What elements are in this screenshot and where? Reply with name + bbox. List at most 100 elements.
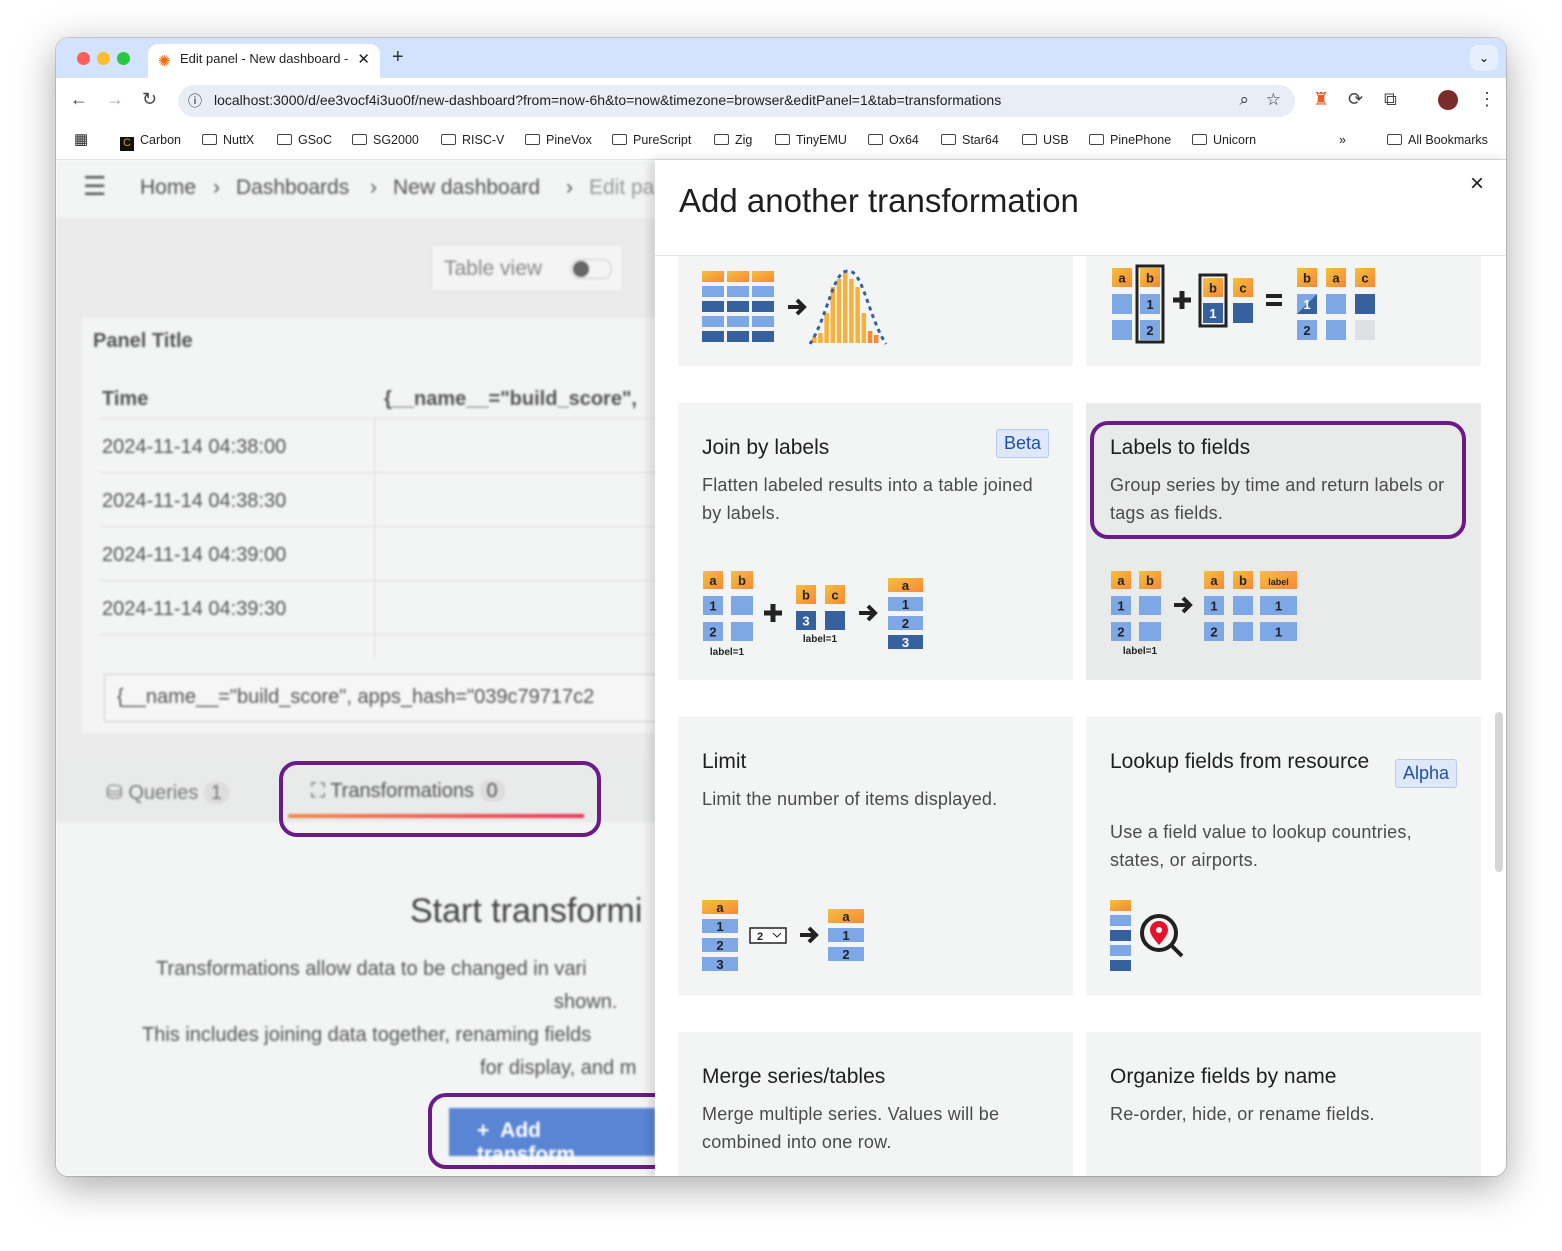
breadcrumb-dashboards[interactable]: Dashboards: [236, 176, 349, 200]
bookmark-star-icon[interactable]: ☆: [1266, 90, 1281, 110]
close-tab-icon[interactable]: ✕: [357, 50, 370, 68]
illustration-cell: [702, 316, 724, 327]
maximize-window-button[interactable]: [117, 52, 130, 65]
illustration-cell: [752, 301, 774, 312]
series-select[interactable]: {__name__="build_score", apps_hash="039c…: [104, 674, 655, 722]
extension-lighthouse-icon[interactable]: ♜: [1313, 89, 1329, 110]
bookmark-pinephone[interactable]: PinePhone: [1089, 133, 1171, 147]
bookmark-pinevox[interactable]: PineVox: [525, 133, 592, 147]
transformation-card-organize-fields[interactable]: Organize fields by name Re-order, hide, …: [1086, 1032, 1481, 1176]
tab-bar: ✺ Edit panel - New dashboard - ✕ + ⌄: [56, 38, 1506, 78]
add-transformation-drawer: Add another transformation × a b 1 2 b c 1 b a c 2…: [655, 160, 1506, 1176]
table-view-toggle[interactable]: Table view: [431, 244, 623, 292]
transformation-card-merge[interactable]: Merge series/tables Merge multiple serie…: [678, 1032, 1073, 1176]
site-info-icon[interactable]: ⓘ: [188, 91, 202, 111]
menu-icon[interactable]: ⋮: [1478, 89, 1496, 110]
illustration-cell: [727, 286, 749, 297]
illustration-label: 2: [842, 947, 849, 962]
all-bookmarks-button[interactable]: All Bookmarks: [1387, 133, 1488, 147]
bookmark-star64[interactable]: Star64: [941, 133, 999, 147]
apps-icon[interactable]: ▦: [74, 130, 88, 148]
zoom-icon[interactable]: ⌕: [1239, 90, 1249, 110]
histogram-bar: [861, 313, 867, 343]
illustration-label: 1: [709, 599, 716, 614]
tab-search-button[interactable]: ⌄: [1470, 45, 1498, 71]
join-illustration: a b 1 2 b c 1 b a c 2 1: [1112, 264, 1375, 344]
url-text: localhost:3000/d/ee3vocf4i3uo0f/new-dash…: [214, 92, 1002, 108]
bookmark-zig[interactable]: Zig: [714, 133, 752, 147]
illustration-label: c: [1239, 281, 1246, 296]
transformation-card-limit[interactable]: Limit Limit the number of items displaye…: [678, 717, 1073, 995]
bookmark-risc-v[interactable]: RISC-V: [441, 133, 504, 147]
illustration-label: 2: [1210, 625, 1217, 640]
illustration-cell: [1233, 622, 1253, 641]
plus-icon: [764, 604, 782, 622]
grafana-icon: ✺: [158, 53, 171, 70]
bookmark-ox64[interactable]: Ox64: [868, 133, 919, 147]
illustration-label: c: [831, 588, 838, 603]
hamburger-icon[interactable]: ☰: [83, 171, 106, 202]
tab-queries[interactable]: ⛁ Queries 1: [106, 780, 230, 805]
transformation-card-lookup-fields[interactable]: Lookup fields from resource Alpha Use a …: [1086, 717, 1481, 995]
close-window-button[interactable]: [77, 52, 90, 65]
address-bar[interactable]: ⓘ localhost:3000/d/ee3vocf4i3uo0f/new-da…: [178, 85, 1295, 117]
illustration-label: 3: [902, 635, 909, 650]
bookmark-gsoc[interactable]: GSoC: [277, 133, 332, 147]
illustration-label: 1: [842, 928, 849, 943]
histogram-bar: [843, 271, 848, 343]
transformation-card-join-by-field[interactable]: a b 1 2 b c 1 b a c 2 1: [1086, 256, 1481, 366]
bookmark-unicorn[interactable]: Unicorn: [1192, 133, 1256, 147]
table-cell: 2024-11-14 04:38:00: [102, 436, 287, 458]
illustration-cell: [731, 596, 753, 615]
reload-icon[interactable]: ↻: [142, 89, 157, 110]
card-description: Limit the number of items displayed.: [702, 789, 998, 809]
transformation-card-join-by-labels[interactable]: Join by labels Beta Flatten labeled resu…: [678, 403, 1073, 680]
card-title: Join by labels: [702, 436, 830, 459]
histogram-bar: [874, 335, 879, 343]
illustration-label: 1: [1275, 625, 1282, 640]
illustration-cell: [1139, 596, 1161, 615]
close-icon[interactable]: ×: [1470, 170, 1484, 198]
bookmark-nuttx[interactable]: NuttX: [202, 133, 254, 147]
bookmark-tinyemu[interactable]: TinyEMU: [775, 133, 847, 147]
minimize-window-button[interactable]: [97, 52, 110, 65]
forward-icon[interactable]: →: [106, 89, 124, 110]
illustration-label: 1: [1275, 599, 1282, 614]
breadcrumb-new-dashboard[interactable]: New dashboard: [393, 176, 540, 200]
card-description: Use a field value to lookup countries, s…: [1110, 822, 1412, 870]
new-tab-button[interactable]: +: [392, 46, 404, 69]
bookmark-carbon[interactable]: C Carbon: [120, 133, 181, 151]
browser-tab[interactable]: ✺ Edit panel - New dashboard - ✕: [148, 44, 380, 78]
bookmark-sg2000[interactable]: SG2000: [352, 133, 419, 147]
folder-icon: [525, 134, 540, 145]
bookmarks-overflow-button[interactable]: »: [1339, 133, 1346, 147]
transformation-card-histogram[interactable]: [678, 256, 1073, 366]
illustration-label: 1: [902, 597, 909, 612]
column-header-time[interactable]: Time: [102, 388, 148, 411]
scrollbar[interactable]: [1495, 712, 1503, 872]
bookmark-purescript[interactable]: PureScript: [612, 133, 691, 147]
alpha-badge: Alpha: [1394, 759, 1457, 788]
illustration-cell: [1326, 294, 1346, 314]
extensions-icon[interactable]: ⧉: [1384, 89, 1397, 110]
illustration-label: a: [1117, 573, 1125, 588]
illustration-label: 3: [802, 614, 809, 629]
folder-icon: [1192, 134, 1207, 145]
illustration-label: 2: [1117, 625, 1124, 640]
breadcrumb-home[interactable]: Home: [140, 176, 196, 200]
illustration-label: a: [1118, 271, 1126, 286]
panel-title: Panel Title: [93, 330, 193, 352]
back-icon[interactable]: ←: [70, 89, 88, 110]
avatar[interactable]: [1438, 90, 1458, 110]
arrow-icon: [788, 298, 807, 316]
extension-sync-icon[interactable]: ⟳: [1348, 89, 1363, 110]
arrow-icon: [859, 604, 878, 622]
illustration-cell: [727, 271, 749, 282]
illustration-label: label=1: [710, 647, 745, 658]
bookmarks-bar: ▦ C Carbon NuttX GSoC SG2000 RISC-V PineVox Pur…: [56, 122, 1506, 160]
folder-icon: [775, 134, 790, 145]
folder-icon: [277, 134, 292, 145]
bookmark-usb[interactable]: USB: [1022, 133, 1069, 147]
illustration-cell: [752, 316, 774, 327]
column-header-series[interactable]: {__name__="build_score",: [384, 388, 637, 411]
